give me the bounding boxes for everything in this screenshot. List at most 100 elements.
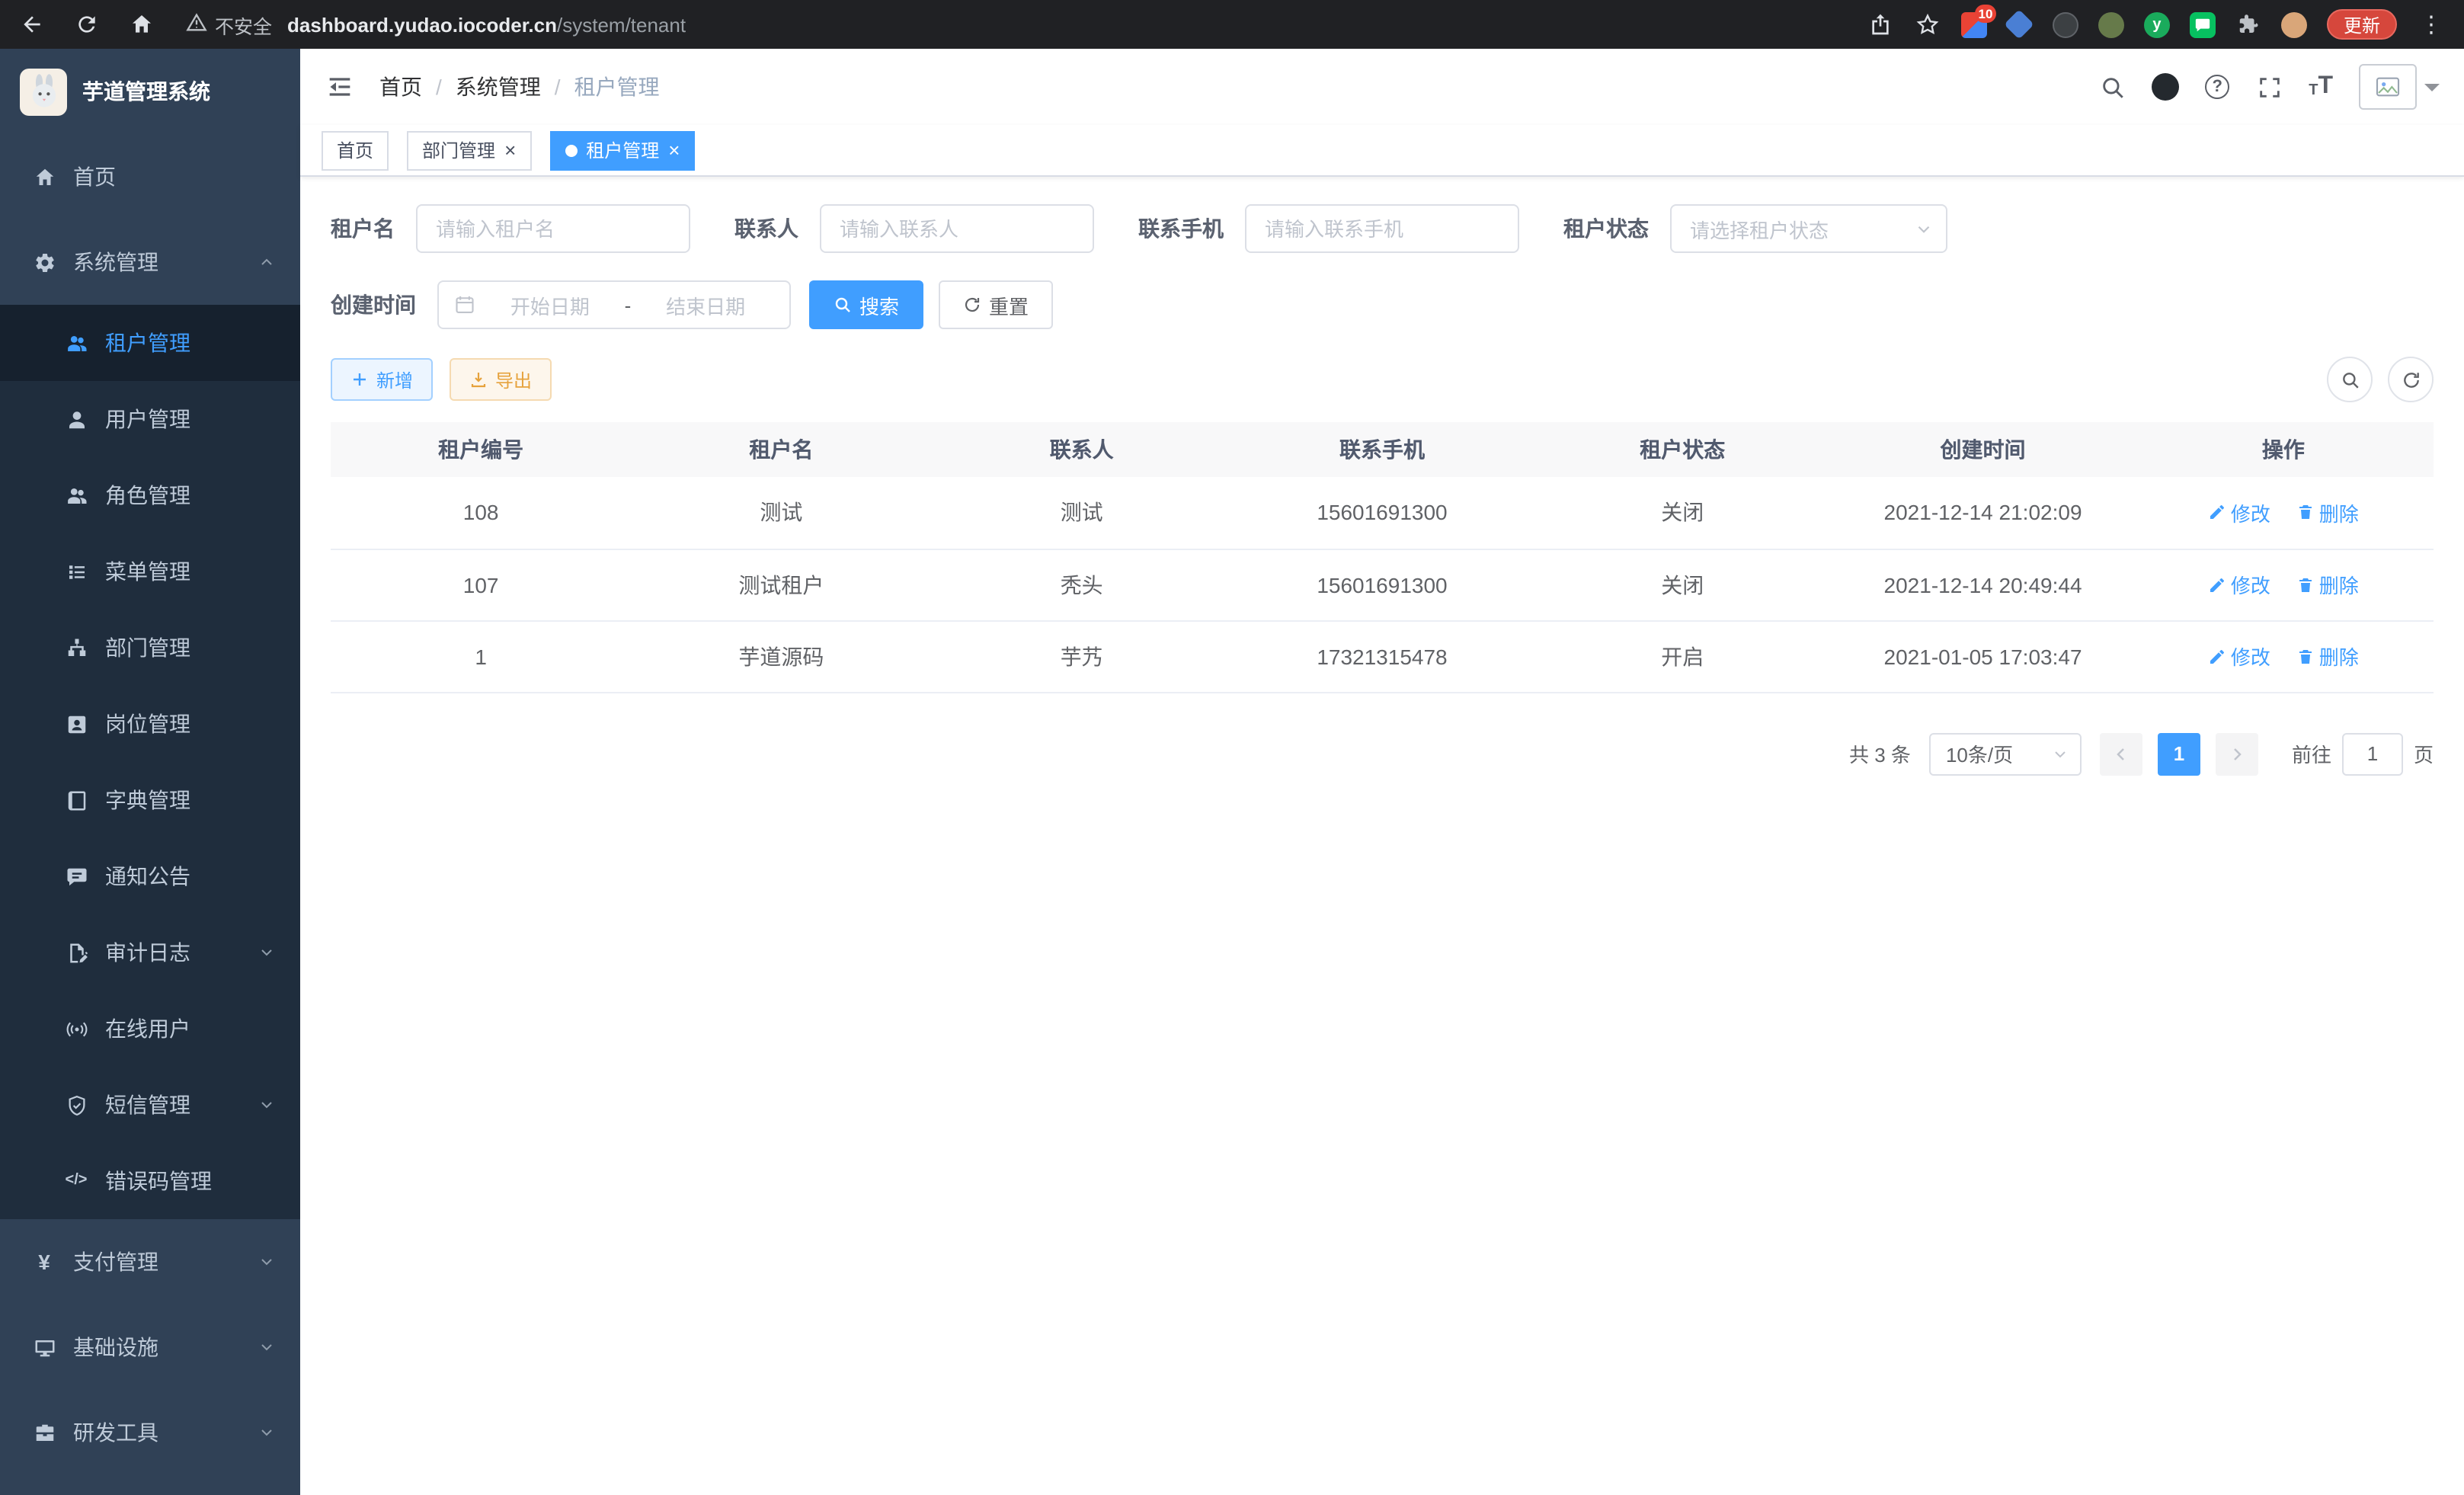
sidebar-item-post[interactable]: 岗位管理 <box>0 686 300 762</box>
search-icon[interactable] <box>2098 73 2126 101</box>
extensions-puzzle-icon[interactable] <box>2235 11 2261 37</box>
sidebar-item-user[interactable]: 用户管理 <box>0 381 300 457</box>
extension-icon-olive[interactable] <box>2098 11 2124 37</box>
sidebar-item-dict[interactable]: 字典管理 <box>0 762 300 838</box>
extension-icon-globe[interactable] <box>2053 11 2078 37</box>
sidebar-item-label: 错误码管理 <box>105 1166 276 1196</box>
breadcrumb-home[interactable]: 首页 <box>379 72 422 102</box>
extension-icon-chat[interactable] <box>2190 11 2216 37</box>
sidebar-group-audit-log[interactable]: 审计日志 <box>0 914 300 991</box>
filter-label: 租户状态 <box>1563 213 1649 244</box>
update-button[interactable]: 更新 <box>2327 9 2397 40</box>
pagination: 共 3 条 10条/页 1 前往 页 <box>331 732 2434 775</box>
sidebar-item-role[interactable]: 角色管理 <box>0 457 300 533</box>
sidebar-item-error-code[interactable]: </> 错误码管理 <box>0 1143 300 1219</box>
tab-home[interactable]: 首页 <box>322 130 389 170</box>
filter-label: 租户名 <box>331 213 395 244</box>
font-size-icon[interactable]: TT <box>2309 75 2333 99</box>
sidebar-group-devtools[interactable]: 研发工具 <box>0 1390 300 1475</box>
logo-link[interactable]: 芋道管理系统 <box>0 49 300 134</box>
extension-icon-green[interactable]: y <box>2144 11 2170 37</box>
sidebar-group-sms[interactable]: 短信管理 <box>0 1067 300 1143</box>
browser-nav-buttons <box>18 11 155 38</box>
next-page-button[interactable] <box>2216 732 2258 775</box>
close-icon[interactable]: × <box>668 140 680 160</box>
edit-button[interactable]: 修改 <box>2208 642 2270 671</box>
cell-id: 108 <box>331 477 631 549</box>
sidebar-item-home[interactable]: 首页 <box>0 134 300 219</box>
delete-button[interactable]: 删除 <box>2296 498 2359 527</box>
security-chip[interactable]: 不安全 <box>186 10 272 39</box>
prev-page-button[interactable] <box>2100 732 2142 775</box>
tab-dept[interactable]: 部门管理 × <box>407 130 531 170</box>
sidebar-item-label: 研发工具 <box>73 1417 258 1448</box>
extension-icon-tabs[interactable]: 10 <box>1961 11 1987 37</box>
sidebar-item-label: 首页 <box>73 162 276 192</box>
share-icon[interactable] <box>1867 11 1894 38</box>
search-button[interactable]: 搜索 <box>809 280 923 329</box>
sidebar-item-menu[interactable]: 菜单管理 <box>0 533 300 610</box>
goto-page-input[interactable] <box>2342 732 2403 775</box>
fullscreen-icon[interactable] <box>2255 73 2283 101</box>
bookmark-star-icon[interactable] <box>1914 11 1941 38</box>
cell-contact: 芋艿 <box>932 620 1232 692</box>
filter-contact: 联系人 <box>734 204 1094 253</box>
delete-button[interactable]: 删除 <box>2296 570 2359 599</box>
cell-phone: 15601691300 <box>1232 477 1532 549</box>
close-icon[interactable]: × <box>504 140 516 160</box>
tenant-name-input[interactable] <box>416 204 690 253</box>
tags-view: 首页 部门管理 × 租户管理 × <box>300 125 2464 177</box>
status-select[interactable]: 请选择租户状态 <box>1670 204 1947 253</box>
column-header-status: 租户状态 <box>1532 422 1832 477</box>
phone-input[interactable] <box>1245 204 1519 253</box>
edit-button[interactable]: 修改 <box>2208 570 2270 599</box>
sidebar-item-tenant[interactable]: 租户管理 <box>0 305 300 381</box>
security-label: 不安全 <box>215 10 272 39</box>
people-icon <box>64 483 88 507</box>
chevron-down-icon <box>258 1423 276 1442</box>
edit-label: 修改 <box>2231 642 2270 671</box>
cell-status: 关闭 <box>1532 477 1832 549</box>
edit-button[interactable]: 修改 <box>2208 498 2270 527</box>
menu-fold-icon[interactable] <box>325 72 355 102</box>
sidebar: 芋道管理系统 首页 系统管理 租户管理 用户管理 <box>0 49 300 1495</box>
address-bar[interactable]: dashboard.yudao.iocoder.cn/system/tenant <box>287 13 1851 36</box>
org-tree-icon <box>64 635 88 660</box>
navbar: 首页 / 系统管理 / 租户管理 ? TT <box>300 49 2464 125</box>
sidebar-item-label: 岗位管理 <box>105 709 276 739</box>
user-menu[interactable] <box>2359 64 2440 110</box>
reset-button[interactable]: 重置 <box>939 280 1053 329</box>
refresh-icon[interactable] <box>73 11 101 38</box>
home-icon[interactable] <box>128 11 155 38</box>
sidebar-group-infra[interactable]: 基础设施 <box>0 1305 300 1390</box>
sidebar-item-label: 基础设施 <box>73 1332 258 1362</box>
back-icon[interactable] <box>18 11 46 38</box>
extension-icon-blue[interactable] <box>2007 11 2033 37</box>
export-button[interactable]: 导出 <box>450 358 552 401</box>
profile-avatar-icon[interactable] <box>2281 11 2307 37</box>
page-number-button[interactable]: 1 <box>2158 732 2200 775</box>
sidebar-group-system[interactable]: 系统管理 <box>0 219 300 305</box>
sidebar-group-payment[interactable]: ¥ 支付管理 <box>0 1219 300 1305</box>
page-size-select[interactable]: 10条/页 <box>1929 732 2082 775</box>
add-button[interactable]: 新增 <box>331 358 433 401</box>
date-range-picker[interactable]: 开始日期 - 结束日期 <box>437 280 791 329</box>
tab-tenant[interactable]: 租户管理 × <box>549 130 695 170</box>
active-dot <box>565 144 577 156</box>
browser-menu-icon[interactable]: ⋮ <box>2417 11 2446 38</box>
contact-input[interactable] <box>820 204 1094 253</box>
refresh-table-button[interactable] <box>2388 357 2434 402</box>
github-icon[interactable] <box>2152 73 2179 101</box>
page-content: 租户名 联系人 联系手机 租户状态 请选择租户状态 <box>300 177 2464 1495</box>
id-badge-icon <box>64 712 88 736</box>
column-header-ops: 操作 <box>2133 422 2434 477</box>
sidebar-item-label: 在线用户 <box>105 1013 276 1044</box>
sidebar-item-notice[interactable]: 通知公告 <box>0 838 300 914</box>
delete-button[interactable]: 删除 <box>2296 642 2359 671</box>
toggle-search-button[interactable] <box>2327 357 2373 402</box>
help-icon[interactable]: ? <box>2205 75 2229 99</box>
table-header-row: 租户编号 租户名 联系人 联系手机 租户状态 创建时间 操作 <box>331 422 2434 477</box>
sidebar-item-dept[interactable]: 部门管理 <box>0 610 300 686</box>
breadcrumb-system[interactable]: 系统管理 <box>456 72 541 102</box>
sidebar-item-online-users[interactable]: 在线用户 <box>0 991 300 1067</box>
